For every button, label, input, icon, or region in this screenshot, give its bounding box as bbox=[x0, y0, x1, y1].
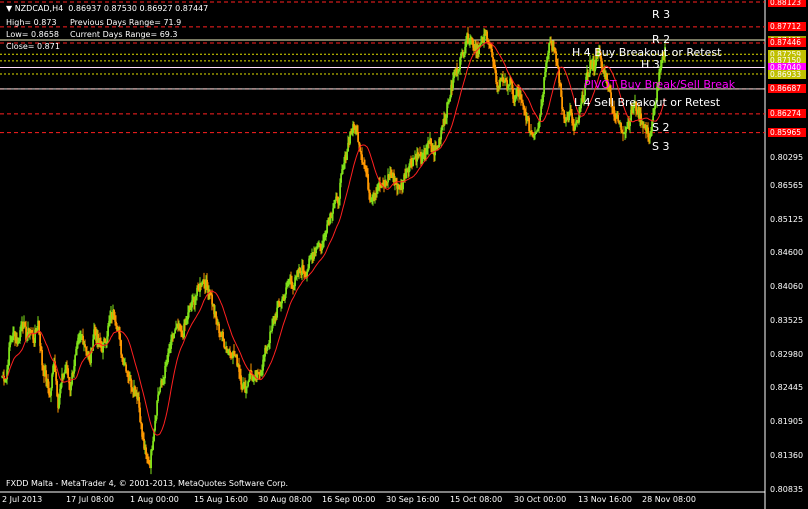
candle-body bbox=[548, 43, 550, 54]
candle-body bbox=[266, 347, 268, 351]
candle-body bbox=[334, 200, 336, 204]
candle-body bbox=[223, 338, 225, 347]
candle-body bbox=[361, 154, 363, 163]
level-label-s2: S 2 bbox=[652, 121, 670, 134]
y-tick-label: 0.82980 bbox=[770, 350, 804, 359]
candle-body bbox=[41, 350, 43, 366]
candle-body bbox=[340, 174, 342, 183]
x-tick-label: 16 Sep 00:00 bbox=[322, 495, 376, 504]
price-tag: 0.87712 bbox=[768, 22, 806, 32]
candle-body bbox=[562, 109, 564, 111]
x-tick-label: 15 Aug 16:00 bbox=[194, 495, 248, 504]
y-tick-label: 0.80295 bbox=[770, 153, 804, 162]
y-tick-label: 0.81360 bbox=[770, 451, 804, 460]
candle-body bbox=[240, 375, 242, 385]
y-tick-label: 0.84060 bbox=[770, 282, 804, 291]
candle-body bbox=[357, 132, 359, 142]
curr-range-readout: Current Days Range= 69.3 bbox=[70, 30, 178, 39]
candle-body bbox=[211, 294, 213, 305]
candle-body bbox=[84, 344, 86, 347]
platform-footer: FXDD Malta - MetaTrader 4, © 2001-2013, … bbox=[6, 479, 289, 488]
candle-body bbox=[222, 332, 224, 339]
price-tag: 0.86687 bbox=[768, 84, 806, 94]
candle-body bbox=[620, 123, 622, 130]
level-label-r2: R 2 bbox=[652, 33, 671, 46]
y-tick-label: 0.81905 bbox=[770, 417, 804, 426]
candle-body bbox=[346, 151, 348, 160]
candle-body bbox=[332, 208, 334, 214]
x-tick-label: 13 Nov 16:00 bbox=[578, 495, 632, 504]
candle-body bbox=[119, 333, 121, 341]
symbol-readout: ▼ NZDCAD,H4 0.86937 0.87530 0.86927 0.87… bbox=[6, 4, 209, 13]
level-label-pivot: PIVOT Buy Break/Sell Break bbox=[584, 78, 736, 91]
candle-body bbox=[156, 401, 158, 416]
candle-body bbox=[120, 340, 122, 355]
x-tick-label: 30 Aug 08:00 bbox=[258, 495, 312, 504]
candle-body bbox=[412, 159, 414, 166]
price-tag: 0.86274 bbox=[768, 109, 806, 119]
level-label-l4: L 4 Sell Breakout or Retest bbox=[574, 96, 721, 109]
candle-body bbox=[460, 53, 462, 59]
candle-body bbox=[625, 128, 627, 132]
candle-body bbox=[326, 224, 328, 233]
x-tick-label: 1 Aug 00:00 bbox=[130, 495, 179, 504]
candle-body bbox=[131, 387, 133, 389]
x-tick-label: 28 Nov 08:00 bbox=[642, 495, 696, 504]
low-readout: Low= 0.8658 bbox=[6, 30, 59, 39]
candle-body bbox=[125, 364, 127, 372]
candle-body bbox=[534, 133, 536, 136]
candle-body bbox=[617, 114, 619, 121]
y-tick-label: 0.83525 bbox=[770, 316, 804, 325]
price-chart[interactable] bbox=[0, 0, 808, 509]
candle-body bbox=[67, 368, 69, 378]
price-tag: 0.87446 bbox=[768, 38, 806, 48]
candle-body bbox=[247, 381, 249, 387]
y-tick-label: 0.80835 bbox=[770, 485, 804, 494]
x-tick-label: 30 Sep 16:00 bbox=[386, 495, 440, 504]
close-readout: Close= 0.871 bbox=[6, 42, 60, 51]
candle-body bbox=[152, 440, 154, 450]
x-tick-label: 15 Oct 08:00 bbox=[450, 495, 503, 504]
price-tag: 0.88123 bbox=[768, 0, 806, 7]
prev-range-readout: Previous Days Range= 71.9 bbox=[70, 18, 182, 27]
candle-body bbox=[173, 333, 175, 339]
candle-body bbox=[276, 307, 278, 318]
y-tick-label: 0.86565 bbox=[770, 181, 804, 190]
price-tag: 0.86933 bbox=[768, 69, 806, 79]
x-tick-label: 30 Oct 00:00 bbox=[514, 495, 567, 504]
x-tick-label: 17 Jul 08:00 bbox=[66, 495, 114, 504]
y-tick-label: 0.82445 bbox=[770, 383, 804, 392]
candle-body bbox=[269, 331, 271, 344]
moving-average-line bbox=[2, 41, 666, 436]
chart-window[interactable]: ▼ NZDCAD,H4 0.86937 0.87530 0.86927 0.87… bbox=[0, 0, 808, 509]
level-label-r3: R 3 bbox=[652, 8, 671, 21]
level-label-h3: H 3 bbox=[641, 58, 660, 71]
x-tick-label: 2 Jul 2013 bbox=[2, 495, 43, 504]
candle-body bbox=[523, 105, 525, 109]
price-tag: 0.85965 bbox=[768, 128, 806, 138]
candle-body bbox=[629, 121, 631, 127]
candle-body bbox=[574, 125, 576, 130]
candle-body bbox=[402, 181, 404, 190]
y-tick-label: 0.84600 bbox=[770, 248, 804, 257]
high-readout: High= 0.873 bbox=[6, 18, 57, 27]
candle-body bbox=[74, 355, 76, 367]
candle-body bbox=[159, 387, 161, 393]
candle-body bbox=[528, 117, 530, 131]
level-label-s3: S 3 bbox=[652, 140, 670, 153]
y-tick-label: 0.85125 bbox=[770, 215, 804, 224]
